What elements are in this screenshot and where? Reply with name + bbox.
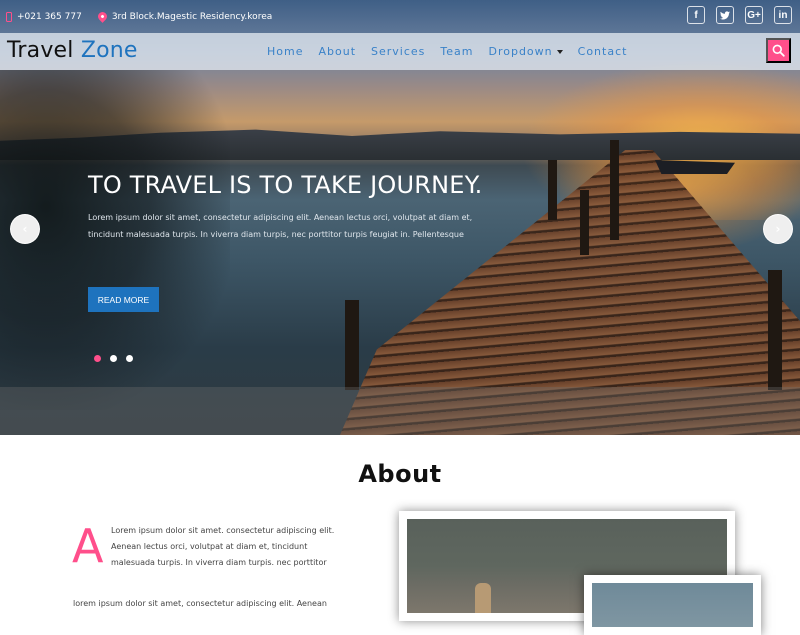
slide-indicator-3[interactable] [126,355,133,362]
main-navbar: Travel Zone Home About Services Team Dro… [0,33,800,70]
google-plus-icon[interactable]: G+ [745,6,763,24]
nav-item-services[interactable]: Services [371,45,425,58]
slider-indicators [94,355,133,362]
facebook-icon[interactable]: f [687,6,705,24]
search-icon [772,44,785,57]
pier-post [548,160,557,220]
about-section-title: About [358,460,442,488]
chevron-left-icon: ‹ [22,222,28,236]
pier-post [345,300,359,390]
social-links: f G+ in [687,6,792,24]
phone-number: +021 365 777 [17,11,82,22]
logo-text-travel: Travel [7,38,74,63]
read-more-button[interactable]: READ MORE [88,287,159,312]
nav-item-home[interactable]: Home [267,45,303,58]
site-logo[interactable]: Travel Zone [7,38,138,63]
logo-text-zone: Zone [80,38,138,63]
map-pin-icon [95,10,109,23]
traveler-image [592,583,753,627]
pier-post [768,270,782,390]
about-dropcap: A [72,519,104,573]
pier-post [580,190,589,255]
nav-item-dropdown-label: Dropdown [488,45,553,58]
nav-item-contact[interactable]: Contact [578,45,628,58]
about-paragraph-1: Lorem ipsum dolor sit amet. consectetur … [111,526,335,567]
address-contact: 3rd Block.Magestic Residency.korea [95,10,273,23]
hero-title: TO TRAVEL IS TO TAKE JOURNEY. [88,171,483,199]
slide-indicator-1[interactable] [94,355,101,362]
linkedin-icon[interactable]: in [774,6,792,24]
address-text: 3rd Block.Magestic Residency.korea [111,11,273,22]
search-button[interactable] [766,38,791,63]
slider-next-button[interactable]: › [763,214,793,244]
nav-item-team[interactable]: Team [440,45,473,58]
about-photo-small [584,575,761,635]
slide-indicator-2[interactable] [110,355,117,362]
phone-icon [6,11,12,22]
hero-bottom-band [0,387,800,435]
caret-down-icon [556,49,563,54]
nav-menu: Home About Services Team Dropdown Contac… [267,45,642,58]
nav-item-dropdown[interactable]: Dropdown [488,45,563,58]
pier-post [610,140,619,240]
top-bar: +021 365 777 3rd Block.Magestic Residenc… [0,0,800,33]
nav-item-about[interactable]: About [318,45,356,58]
phone-contact: +021 365 777 [6,11,82,22]
slider-prev-button[interactable]: ‹ [10,214,40,244]
about-paragraph-2: lorem ipsum dolor sit amet, consectetur … [73,599,327,608]
twitter-icon[interactable] [716,6,734,24]
hero-description: Lorem ipsum dolor sit amet, consectetur … [88,213,473,239]
chevron-right-icon: › [775,222,781,236]
